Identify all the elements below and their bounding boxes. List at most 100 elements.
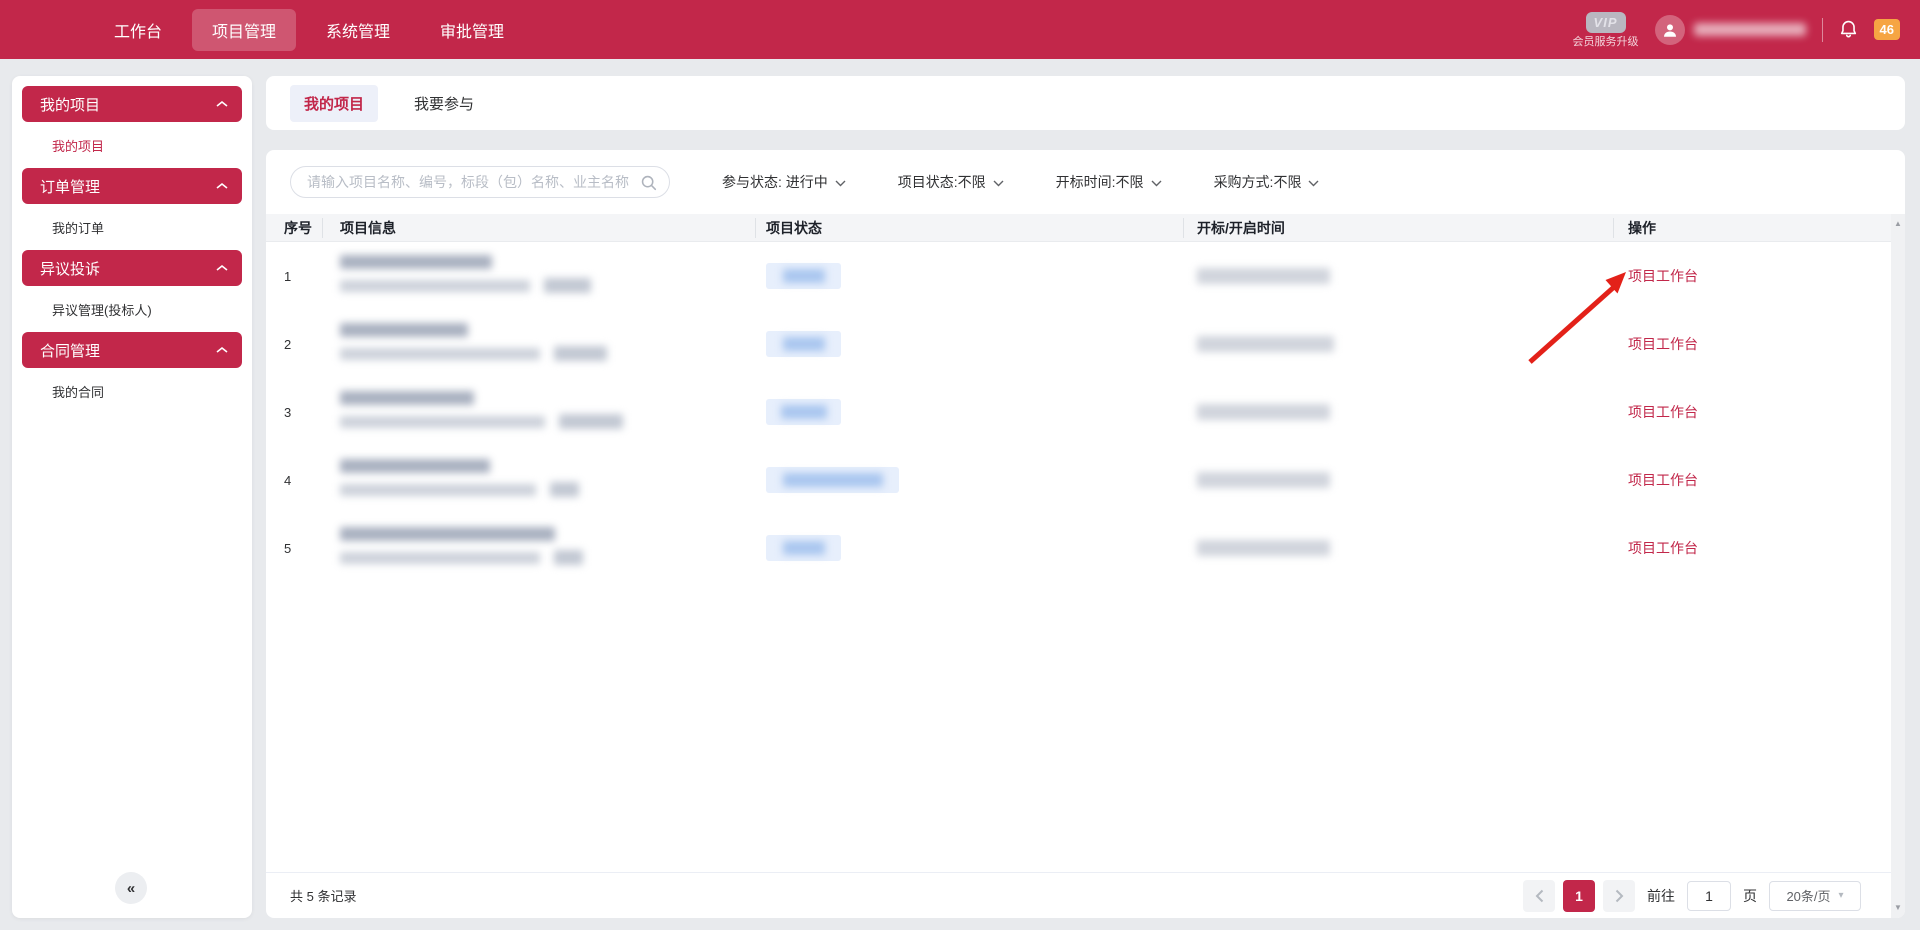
project-status-badge [766, 399, 841, 425]
main-content-card: 参与状态: 进行中 项目状态:不限 开标时间:不限 采购方式:不限 序号 项目信… [266, 150, 1905, 918]
project-workbench-link[interactable]: 项目工作台 [1628, 334, 1698, 354]
project-name-redacted [340, 323, 468, 337]
status-text-redacted [783, 269, 825, 283]
table-row: 5 项目工作台 [266, 514, 1891, 582]
tab-my-projects[interactable]: 我的项目 [290, 85, 378, 122]
row-index: 2 [284, 310, 291, 378]
scroll-down-icon[interactable]: ▼ [1891, 903, 1905, 913]
page-tabs: 我的项目 我要参与 [266, 76, 1905, 130]
project-tag-redacted [554, 346, 607, 361]
sidebar: 我的项目 我的项目 订单管理 我的订单 异议投诉 异议管理(投标人) 合同管理 … [12, 76, 252, 918]
chevron-down-icon [1308, 180, 1319, 187]
column-divider [755, 218, 756, 238]
nav-item-project-management[interactable]: 项目管理 [192, 9, 296, 51]
column-header-project-status: 项目状态 [766, 214, 822, 242]
chevron-right-icon [1615, 889, 1624, 903]
sidebar-item-my-orders[interactable]: 我的订单 [22, 204, 242, 250]
project-number-redacted [340, 280, 530, 292]
filter-bid-opening-time[interactable]: 开标时间:不限 [1056, 172, 1162, 192]
vip-caption: 会员服务升级 [1573, 37, 1639, 48]
nav-item-approval-management[interactable]: 审批管理 [420, 9, 524, 51]
column-divider [322, 218, 323, 238]
page-unit-label: 页 [1743, 886, 1757, 906]
status-text-redacted [783, 337, 825, 351]
status-text-redacted [783, 541, 825, 555]
chevron-up-icon [216, 346, 228, 354]
nav-item-workbench[interactable]: 工作台 [94, 9, 182, 51]
vip-upgrade[interactable]: VIP 会员服务升级 [1573, 12, 1639, 48]
row-index: 3 [284, 378, 291, 446]
sidebar-group-objection-complaint[interactable]: 异议投诉 [22, 250, 242, 286]
column-header-actions: 操作 [1628, 214, 1656, 242]
sidebar-item-my-projects[interactable]: 我的项目 [22, 122, 242, 168]
column-divider [1613, 218, 1614, 238]
page-size-select[interactable]: 20条/页 ▾ [1769, 881, 1861, 911]
nav-item-system-management[interactable]: 系统管理 [306, 9, 410, 51]
column-header-opening-time: 开标/开启时间 [1197, 214, 1285, 242]
row-actions: 项目工作台 [1628, 514, 1698, 582]
chevron-up-icon [216, 100, 228, 108]
table-row: 1 项目工作台 [266, 242, 1891, 310]
filter-procurement-method[interactable]: 采购方式:不限 [1214, 172, 1320, 192]
page-size-value: 20条/页 [1786, 886, 1830, 905]
goto-page-input[interactable] [1687, 881, 1731, 911]
project-workbench-link[interactable]: 项目工作台 [1628, 470, 1698, 490]
top-nav-bar: 工作台 项目管理 系统管理 审批管理 VIP 会员服务升级 46 [0, 0, 1920, 59]
row-index: 5 [284, 514, 291, 582]
column-header-project-info: 项目信息 [340, 214, 396, 242]
opening-time-redacted [1197, 472, 1330, 488]
chevron-up-icon [216, 182, 228, 190]
sidebar-item-my-contracts[interactable]: 我的合同 [22, 368, 242, 414]
table-body: 1 项目工作台 2 项目工作台 3 [266, 242, 1891, 582]
vertical-scrollbar[interactable]: ▲ ▼ [1891, 214, 1905, 918]
tab-want-to-participate[interactable]: 我要参与 [400, 85, 488, 122]
project-workbench-link[interactable]: 项目工作台 [1628, 402, 1698, 422]
sidebar-item-objection-management[interactable]: 异议管理(投标人) [22, 286, 242, 332]
sidebar-group-label: 我的项目 [40, 94, 100, 115]
table-row: 4 项目工作台 [266, 446, 1891, 514]
project-number-redacted [340, 416, 545, 428]
status-text-redacted [783, 473, 883, 487]
notification-count-badge[interactable]: 46 [1874, 19, 1900, 40]
user-account[interactable] [1655, 15, 1806, 45]
current-page-button[interactable]: 1 [1563, 880, 1595, 912]
pagination: 1 前往 页 20条/页 ▾ [1523, 880, 1861, 912]
project-workbench-link[interactable]: 项目工作台 [1628, 538, 1698, 558]
project-tag-redacted [559, 414, 623, 429]
filter-project-status[interactable]: 项目状态:不限 [898, 172, 1004, 192]
sidebar-group-my-projects[interactable]: 我的项目 [22, 86, 242, 122]
prev-page-button[interactable] [1523, 880, 1555, 912]
chevron-down-icon [1151, 180, 1162, 187]
sidebar-group-contract-management[interactable]: 合同管理 [22, 332, 242, 368]
chevron-down-icon [835, 180, 846, 187]
filter-participation-status[interactable]: 参与状态: 进行中 [722, 172, 846, 192]
scroll-up-icon[interactable]: ▲ [1891, 219, 1905, 229]
opening-time-redacted [1197, 540, 1330, 556]
sidebar-group-label: 合同管理 [40, 340, 100, 361]
filter-label: 开标时间:不限 [1056, 172, 1144, 192]
user-icon [1661, 21, 1679, 39]
next-page-button[interactable] [1603, 880, 1635, 912]
project-status-badge [766, 263, 841, 289]
search-input[interactable] [307, 174, 640, 190]
table-footer: 共 5 条记录 1 前往 页 20条/页 ▾ [266, 872, 1905, 918]
filter-bar: 参与状态: 进行中 项目状态:不限 开标时间:不限 采购方式:不限 [290, 166, 1319, 198]
sidebar-collapse-button[interactable]: « [115, 872, 147, 904]
opening-time-redacted [1197, 268, 1330, 284]
opening-time-redacted [1197, 404, 1330, 420]
sidebar-group-label: 异议投诉 [40, 258, 100, 279]
project-workbench-link[interactable]: 项目工作台 [1628, 266, 1698, 286]
sidebar-group-order-management[interactable]: 订单管理 [22, 168, 242, 204]
project-status-badge [766, 331, 841, 357]
project-number-redacted [340, 484, 536, 496]
sidebar-group-label: 订单管理 [40, 176, 100, 197]
table-header: 序号 项目信息 项目状态 开标/开启时间 操作 [266, 214, 1891, 242]
search-icon[interactable] [640, 174, 657, 191]
column-header-index: 序号 [284, 214, 312, 242]
vip-icon: VIP [1586, 12, 1626, 33]
row-actions: 项目工作台 [1628, 446, 1698, 514]
chevron-down-icon: ▾ [1839, 890, 1844, 901]
row-index: 1 [284, 242, 291, 310]
project-tag-redacted [554, 550, 583, 565]
notification-bell[interactable] [1839, 20, 1858, 39]
